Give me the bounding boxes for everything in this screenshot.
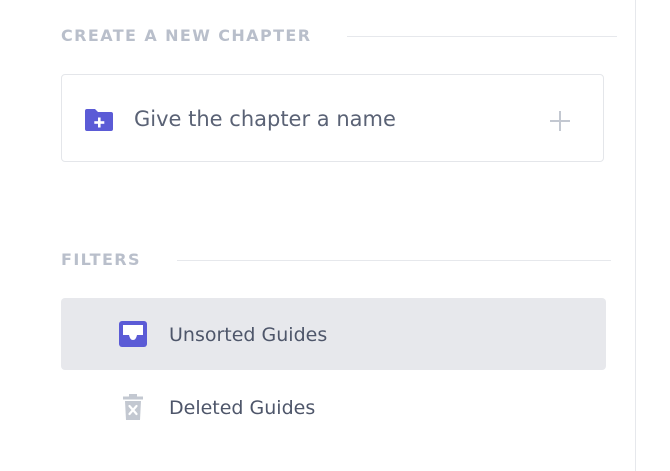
create-chapter-title: CREATE A NEW CHAPTER bbox=[61, 26, 312, 45]
add-chapter-button[interactable] bbox=[548, 109, 572, 133]
panel-divider bbox=[635, 0, 636, 471]
filters-header: FILTERS bbox=[61, 252, 611, 268]
folder-plus-icon bbox=[85, 109, 113, 131]
filter-item-unsorted-guides[interactable]: Unsorted Guides bbox=[61, 298, 606, 370]
create-chapter-header: CREATE A NEW CHAPTER bbox=[61, 26, 618, 45]
new-chapter-field[interactable] bbox=[61, 74, 604, 162]
filter-label: Unsorted Guides bbox=[169, 324, 328, 346]
filters-title: FILTERS bbox=[61, 250, 141, 269]
trash-icon bbox=[123, 394, 143, 420]
chapter-sidebar-panel: CREATE A NEW CHAPTER FILTERS Unsorted Gu… bbox=[0, 0, 670, 471]
inbox-icon bbox=[119, 321, 147, 347]
section-divider bbox=[347, 35, 618, 37]
filter-label: Deleted Guides bbox=[169, 397, 316, 419]
chapter-name-input[interactable] bbox=[134, 103, 514, 135]
filter-item-deleted-guides[interactable]: Deleted Guides bbox=[61, 371, 606, 443]
section-divider bbox=[176, 259, 611, 261]
